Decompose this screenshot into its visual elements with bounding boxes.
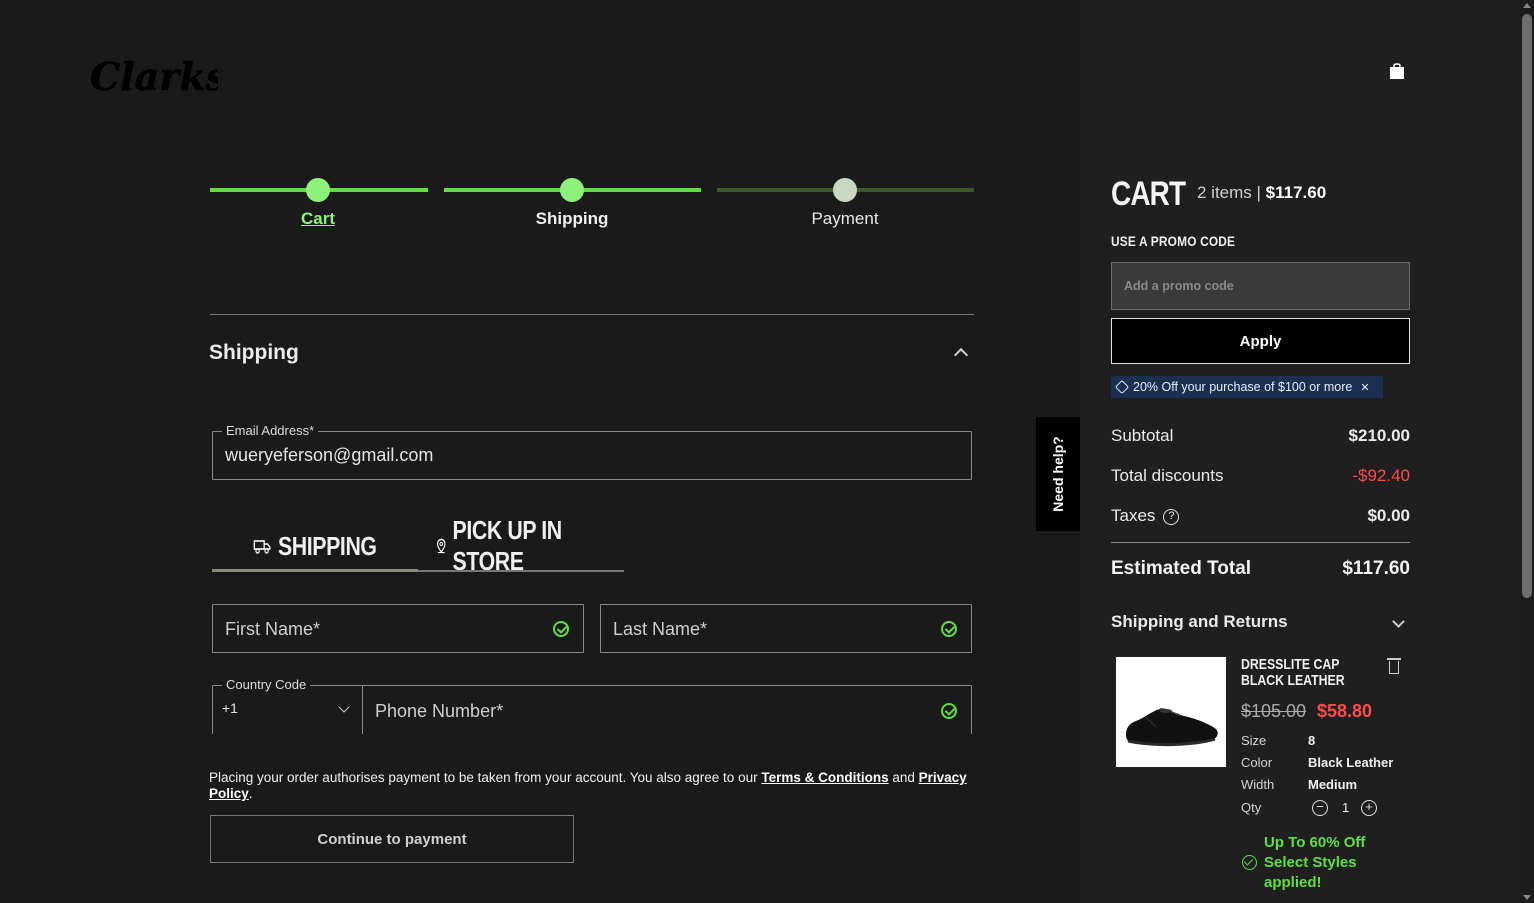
tab-shipping[interactable]: SHIPPING bbox=[231, 520, 400, 572]
cart-summary-count: 2 items | $117.60 bbox=[1197, 183, 1326, 203]
logo-text: Clarks bbox=[90, 58, 218, 98]
legal-text-end: . bbox=[248, 786, 253, 801]
width-label: Width bbox=[1241, 777, 1275, 792]
step-dot-payment bbox=[833, 178, 857, 202]
product-name[interactable]: DRESSLITE CAP BLACK LEATHER bbox=[1241, 657, 1356, 689]
step-cart-link[interactable]: Cart bbox=[278, 209, 358, 229]
estimated-total-label: Estimated Total bbox=[1111, 558, 1252, 579]
email-value[interactable]: wueryeferson@gmail.com bbox=[225, 445, 433, 466]
applied-promo-text: 20% Off your purchase of $100 or more bbox=[1133, 380, 1353, 394]
delivery-method-tabs: SHIPPING PICK UP IN STORE bbox=[212, 515, 624, 576]
chevron-up-icon[interactable] bbox=[953, 347, 969, 363]
tab-shipping-label: SHIPPING bbox=[277, 530, 377, 561]
continue-to-payment-button[interactable]: Continue to payment bbox=[210, 815, 574, 863]
tab-underline bbox=[418, 570, 624, 572]
last-name-placeholder: Last Name* bbox=[613, 619, 708, 639]
promo-code-input[interactable] bbox=[1111, 262, 1410, 310]
subtotal-value: $210.00 bbox=[1348, 426, 1410, 445]
product-image[interactable] bbox=[1116, 657, 1226, 767]
qty-value: 1 bbox=[1342, 800, 1350, 815]
page-scrollbar[interactable] bbox=[1520, 0, 1534, 903]
size-value: 8 bbox=[1308, 733, 1316, 748]
shopping-bag-icon[interactable] bbox=[1389, 62, 1405, 80]
checkout-progress: Cart Shipping Payment bbox=[210, 176, 974, 236]
first-name-field[interactable]: First Name* bbox=[212, 604, 584, 653]
estimated-total-value: $117.60 bbox=[1342, 558, 1410, 579]
email-label: Email Address* bbox=[222, 423, 319, 438]
taxes-label: Taxes bbox=[1111, 506, 1156, 525]
terms-link[interactable]: Terms & Conditions bbox=[761, 770, 888, 785]
cart-items-total: $117.60 bbox=[1265, 183, 1327, 202]
clarks-logo[interactable]: Clarks bbox=[88, 58, 218, 98]
location-pin-icon bbox=[437, 538, 446, 554]
subtotal-row: Subtotal $210.00 bbox=[1111, 426, 1410, 446]
email-field[interactable]: Email Address* wueryeferson@gmail.com bbox=[212, 423, 972, 480]
country-code-value: +1 bbox=[222, 700, 238, 716]
truck-icon bbox=[253, 540, 271, 554]
country-code-select[interactable]: Country Code +1 bbox=[212, 677, 363, 734]
increase-qty-icon[interactable]: + bbox=[1361, 800, 1377, 816]
chevron-down-icon bbox=[338, 701, 350, 713]
decrease-qty-icon[interactable]: − bbox=[1312, 800, 1328, 816]
shipping-returns-toggle[interactable]: Shipping and Returns bbox=[1111, 612, 1410, 632]
check-circle-icon bbox=[1242, 855, 1257, 870]
scrollbar-thumb[interactable] bbox=[1522, 14, 1532, 598]
scroll-up-icon[interactable] bbox=[1523, 3, 1531, 8]
trash-icon[interactable] bbox=[1387, 658, 1401, 674]
step-payment-label: Payment bbox=[811, 209, 879, 228]
step-dot-cart[interactable] bbox=[306, 178, 330, 202]
last-name-field[interactable]: Last Name* bbox=[600, 604, 972, 653]
color-value: Black Leather bbox=[1308, 755, 1394, 770]
color-label: Color bbox=[1241, 755, 1273, 770]
discount-value: -$92.40 bbox=[1352, 466, 1410, 485]
need-help-label: Need help? bbox=[1050, 436, 1066, 512]
checkout-main: Clarks Cart Shipping Payment Shipping Em… bbox=[0, 0, 1080, 903]
taxes-value: $0.00 bbox=[1367, 506, 1410, 525]
qty-label: Qty bbox=[1241, 800, 1262, 815]
width-value: Medium bbox=[1308, 777, 1358, 792]
shoe-image bbox=[1126, 708, 1218, 747]
check-circle-icon bbox=[941, 621, 957, 637]
total-divider bbox=[1111, 542, 1410, 543]
tab-pick-up-in-store[interactable]: PICK UP IN STORE bbox=[437, 515, 606, 576]
taxes-label-group: Taxes? bbox=[1111, 506, 1180, 526]
scroll-down-icon[interactable] bbox=[1523, 895, 1531, 900]
shipping-section-title[interactable]: Shipping bbox=[209, 341, 299, 365]
cart-summary: CART 2 items | $117.60 USE A PROMO CODE … bbox=[1080, 0, 1520, 903]
step-shipping-label: Shipping bbox=[535, 209, 609, 228]
product-sale-price: $58.80 bbox=[1317, 701, 1373, 721]
cart-title: CART bbox=[1111, 175, 1186, 213]
check-circle-icon bbox=[553, 621, 569, 637]
legal-text-before: Placing your order authorises payment to… bbox=[209, 770, 762, 785]
legal-text-and: and bbox=[888, 770, 919, 785]
country-code-label: Country Code bbox=[222, 677, 311, 692]
discount-label: Total discounts bbox=[1111, 466, 1224, 485]
need-help-tab[interactable]: Need help? bbox=[1036, 417, 1080, 531]
remove-promo-icon[interactable]: ✕ bbox=[1360, 381, 1369, 394]
size-label: Size bbox=[1241, 733, 1267, 748]
section-divider bbox=[210, 314, 974, 315]
step-dot-shipping bbox=[560, 178, 584, 202]
legal-text: Placing your order authorises payment to… bbox=[209, 770, 979, 802]
promo-code-label: USE A PROMO CODE bbox=[1111, 233, 1236, 249]
cart-items-count: 2 items | bbox=[1197, 183, 1266, 202]
applied-promo-badge: 20% Off your purchase of $100 or more ✕ bbox=[1111, 376, 1383, 398]
phone-placeholder: Phone Number* bbox=[375, 701, 504, 721]
check-circle-icon bbox=[941, 703, 957, 719]
offer-applied-text: Up To 60% Off Select Styles applied! bbox=[1264, 834, 1366, 891]
estimated-total-row: Estimated Total $117.60 bbox=[1111, 558, 1410, 580]
product-original-price: $105.00 bbox=[1241, 701, 1307, 721]
apply-promo-button[interactable]: Apply bbox=[1111, 318, 1410, 364]
tag-icon bbox=[1114, 379, 1130, 395]
help-question-icon[interactable]: ? bbox=[1163, 508, 1180, 525]
phone-number-field[interactable]: Phone Number* bbox=[362, 685, 972, 734]
tab-pickup-label: PICK UP IN STORE bbox=[452, 515, 563, 576]
taxes-row: Taxes? $0.00 bbox=[1111, 506, 1410, 526]
discount-row: Total discounts -$92.40 bbox=[1111, 466, 1410, 486]
subtotal-label: Subtotal bbox=[1111, 426, 1174, 445]
tab-active-underline bbox=[212, 569, 418, 572]
first-name-placeholder: First Name* bbox=[225, 619, 321, 639]
